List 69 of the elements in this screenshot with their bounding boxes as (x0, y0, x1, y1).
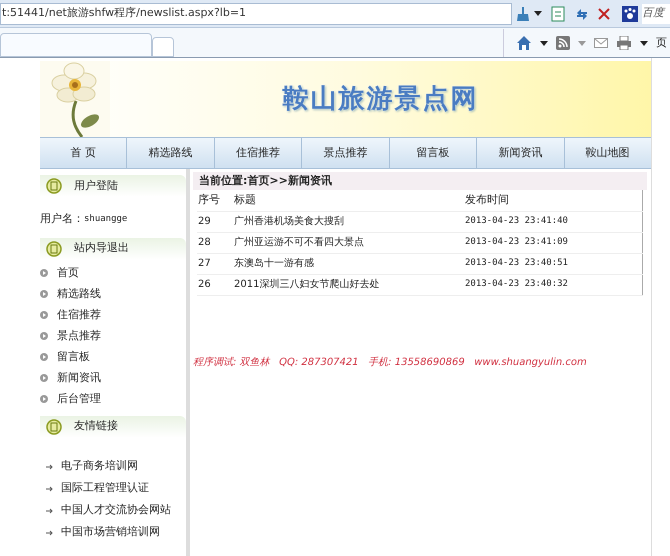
friend-link[interactable]: 中国市场营销培训网 (61, 524, 160, 541)
arrow-icon (46, 464, 53, 470)
friend-link[interactable]: 国际工程管理认证 (61, 480, 149, 497)
nav-link[interactable]: 留言板 (390, 138, 478, 168)
logout-link[interactable]: 退出 (107, 240, 129, 257)
arrow-icon (46, 530, 53, 536)
friend-link[interactable]: 电子商务培训网 (61, 458, 138, 475)
friend-link[interactable]: 中国人才交流协会网站 (61, 502, 171, 519)
table-cell: 27 (197, 253, 233, 274)
arrow-icon (46, 508, 53, 514)
breadcrumb: 当前位置:首页>>新闻资讯 (193, 172, 647, 190)
username: shuangge (84, 212, 128, 226)
book-icon (46, 418, 62, 434)
table-cell: 2013-04-23 23:40:51 (464, 253, 642, 274)
dropdown-icon[interactable] (640, 40, 648, 46)
book-icon (46, 178, 62, 194)
table-cell: 2013-04-23 23:40:32 (464, 274, 642, 295)
table-cell: 29 (197, 211, 233, 232)
sidebar-link[interactable]: 精选路线 (57, 286, 101, 302)
credit-text: 程序调试: 双鱼林 QQ: 287307421 手机: 13558690869 www.shuangyulin.com (193, 356, 587, 368)
table-cell[interactable]: 广州香港机场美食大搜刮 (233, 211, 464, 232)
bullet-icon (40, 374, 48, 382)
paw-icon (622, 6, 638, 22)
nav-link[interactable]: 鞍山地图 (564, 138, 651, 168)
bullet-icon (40, 353, 48, 361)
column-header: 序号 (197, 190, 233, 211)
table-cell: 2013-04-23 23:41:40 (464, 211, 642, 232)
table-cell[interactable]: 东澳岛十一游有感 (233, 253, 464, 274)
site-title: 鞍山旅游景点网 (282, 82, 478, 116)
nav-link[interactable]: 新闻资讯 (477, 138, 565, 168)
column-header: 发布时间 (464, 190, 642, 211)
sidebar-link[interactable]: 新闻资讯 (57, 370, 101, 386)
bullet-icon (40, 269, 48, 277)
printer-icon[interactable] (616, 36, 632, 50)
sidebar-link[interactable]: 住宿推荐 (57, 306, 101, 324)
close-icon[interactable] (598, 8, 610, 20)
address-field[interactable]: t:51441/net旅游shfw程序/newslist.aspx?lb=1 (0, 2, 512, 24)
dropdown-icon[interactable] (534, 11, 542, 16)
search-field[interactable]: 百度 (642, 4, 670, 24)
mail-icon[interactable] (594, 38, 608, 48)
section-title: 用户登陆 (74, 178, 118, 194)
table-cell: 26 (197, 274, 233, 295)
rss-icon[interactable] (556, 36, 570, 50)
table-cell: 28 (197, 232, 233, 253)
nav-link[interactable]: 景点推荐 (302, 138, 390, 168)
nav-link[interactable]: 首 页 (40, 138, 128, 168)
bullet-icon (40, 311, 48, 319)
sidebar-link[interactable]: 留言板 (57, 348, 90, 366)
username-label: 用户名： (40, 211, 84, 227)
sidebar-link[interactable]: 景点推荐 (57, 328, 101, 344)
bullet-icon (40, 395, 48, 403)
compatibility-icon[interactable] (550, 6, 566, 22)
column-header: 标题 (233, 190, 464, 211)
home-icon[interactable] (516, 35, 532, 51)
table-cell[interactable]: 2011深圳三八妇女节爬山好去处 (233, 274, 464, 295)
dropdown-icon[interactable] (540, 40, 548, 46)
sidebar-link[interactable]: 后台管理 (57, 390, 101, 408)
nav-link[interactable]: 精选路线 (127, 138, 215, 168)
bullet-icon (40, 332, 48, 340)
book-icon (46, 240, 62, 256)
table-cell[interactable]: 广州亚运游不可不看四大景点 (233, 232, 464, 253)
section-title: 站内导 (74, 240, 107, 256)
table-cell: 2013-04-23 23:41:09 (464, 232, 642, 253)
nav-link[interactable]: 住宿推荐 (214, 138, 302, 168)
page-menu[interactable]: 页 (656, 34, 670, 52)
arrow-icon (46, 486, 53, 492)
section-title: 友情链接 (74, 418, 118, 434)
sidebar-link[interactable]: 首页 (57, 264, 79, 282)
bullet-icon (40, 290, 48, 298)
